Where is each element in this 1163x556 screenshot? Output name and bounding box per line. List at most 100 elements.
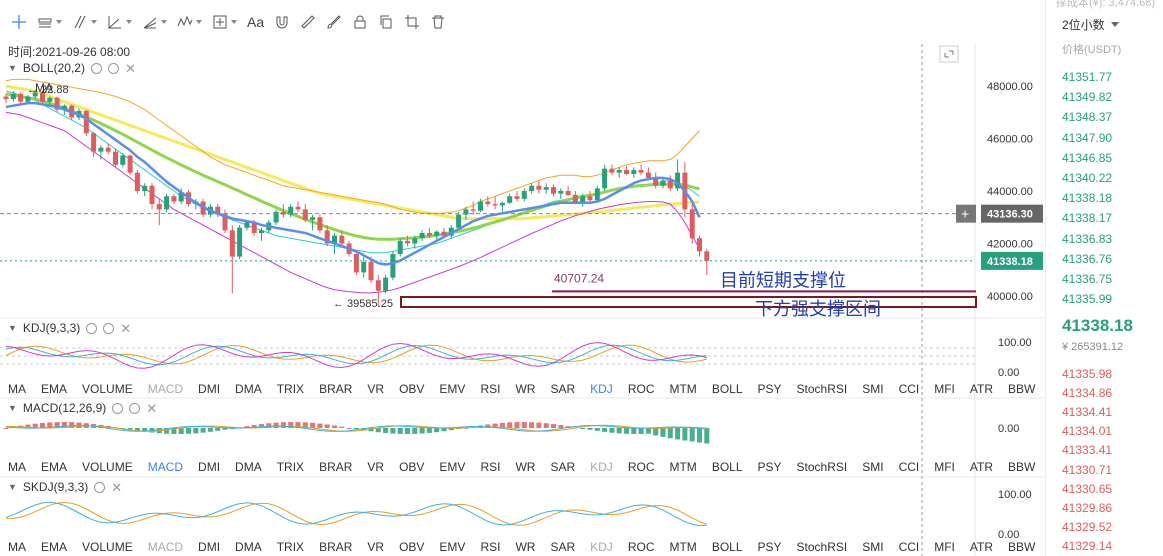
indicator-tab-wr[interactable]: WR	[515, 382, 535, 396]
indicator-tab-mfi[interactable]: MFI	[934, 382, 955, 396]
indicator-tab-vr[interactable]: VR	[367, 460, 384, 474]
indicator-tab-roc[interactable]: ROC	[628, 382, 655, 396]
bid-price[interactable]: 41334.01	[1062, 424, 1112, 438]
indicator-tab-dmi[interactable]: DMI	[198, 540, 220, 554]
indicator-tab-psy[interactable]: PSY	[758, 460, 782, 474]
indicator-tab-atr[interactable]: ATR	[970, 460, 993, 474]
indicator-tab-brar[interactable]: BRAR	[319, 460, 352, 474]
bid-price[interactable]: 41329.86	[1062, 501, 1112, 515]
indicator-tab-atr[interactable]: ATR	[970, 382, 993, 396]
precision-select[interactable]: 2位小数	[1056, 14, 1148, 34]
indicator-tab-trix[interactable]: TRIX	[277, 460, 304, 474]
bid-price[interactable]: 41329.14	[1062, 539, 1112, 553]
collapse-chevron-icon[interactable]: ▼	[8, 482, 17, 492]
indicator-tab-stochrsi[interactable]: StochRSI	[797, 540, 848, 554]
indicator-tab-stochrsi[interactable]: StochRSI	[797, 460, 848, 474]
indicator-tab-boll[interactable]: BOLL	[712, 382, 743, 396]
indicator-tab-volume[interactable]: VOLUME	[82, 460, 133, 474]
indicator-tab-emv[interactable]: EMV	[439, 382, 465, 396]
bid-price[interactable]: 41334.86	[1062, 386, 1112, 400]
indicator-tab-psy[interactable]: PSY	[758, 382, 782, 396]
bid-price[interactable]: 41334.41	[1062, 405, 1112, 419]
settings-icon[interactable]	[107, 62, 119, 74]
indicator-tab-vr[interactable]: VR	[367, 540, 384, 554]
bid-price[interactable]: 41333.41	[1062, 443, 1112, 457]
indicator-tab-obv[interactable]: OBV	[399, 540, 424, 554]
indicator-tab-smi[interactable]: SMI	[862, 460, 883, 474]
indicator-tab-boll[interactable]: BOLL	[712, 460, 743, 474]
indicator-tab-kdj[interactable]: KDJ	[590, 460, 613, 474]
indicator-tab-brar[interactable]: BRAR	[319, 540, 352, 554]
ask-price[interactable]: 41338.18	[1062, 191, 1112, 205]
ask-price[interactable]: 41340.22	[1062, 171, 1112, 185]
indicator-tab-mtm[interactable]: MTM	[669, 540, 696, 554]
indicator-tab-wr[interactable]: WR	[515, 460, 535, 474]
indicator-tab-rsi[interactable]: RSI	[480, 382, 500, 396]
close-icon[interactable]: ✕	[146, 402, 157, 415]
indicator-tab-mfi[interactable]: MFI	[934, 460, 955, 474]
ask-price[interactable]: 41348.37	[1062, 110, 1112, 124]
indicator-tab-macd[interactable]: MACD	[148, 382, 183, 396]
indicator-tab-sar[interactable]: SAR	[550, 382, 575, 396]
indicator-tab-bbw[interactable]: BBW	[1008, 382, 1035, 396]
indicator-tab-ema[interactable]: EMA	[41, 460, 67, 474]
ask-price[interactable]: 41351.77	[1062, 70, 1112, 84]
indicator-tab-ma[interactable]: MA	[8, 382, 26, 396]
indicator-tab-mtm[interactable]: MTM	[669, 382, 696, 396]
indicator-tab-sar[interactable]: SAR	[550, 540, 575, 554]
indicator-tab-cci[interactable]: CCI	[899, 460, 920, 474]
indicator-tab-atr[interactable]: ATR	[970, 540, 993, 554]
indicator-tab-dma[interactable]: DMA	[235, 540, 262, 554]
ask-price[interactable]: 41336.83	[1062, 232, 1112, 246]
ask-price[interactable]: 41349.82	[1062, 90, 1112, 104]
indicator-tab-macd[interactable]: MACD	[148, 540, 183, 554]
ask-price[interactable]: 41336.76	[1062, 252, 1112, 266]
indicator-tab-brar[interactable]: BRAR	[319, 382, 352, 396]
indicator-tab-roc[interactable]: ROC	[628, 460, 655, 474]
indicator-tab-obv[interactable]: OBV	[399, 382, 424, 396]
bid-price[interactable]: 41330.71	[1062, 463, 1112, 477]
indicator-tab-wr[interactable]: WR	[515, 540, 535, 554]
indicator-tab-ema[interactable]: EMA	[41, 540, 67, 554]
settings-icon[interactable]	[94, 481, 106, 493]
indicator-tab-bbw[interactable]: BBW	[1008, 540, 1035, 554]
indicator-tab-dmi[interactable]: DMI	[198, 460, 220, 474]
indicator-tab-cci[interactable]: CCI	[899, 382, 920, 396]
indicator-tab-trix[interactable]: TRIX	[277, 382, 304, 396]
indicator-tab-vr[interactable]: VR	[367, 382, 384, 396]
ask-price[interactable]: 41347.90	[1062, 131, 1112, 145]
indicator-tab-obv[interactable]: OBV	[399, 460, 424, 474]
collapse-chevron-icon[interactable]: ▼	[8, 403, 17, 413]
eye-icon[interactable]	[90, 62, 102, 74]
ask-price[interactable]: 41336.75	[1062, 272, 1112, 286]
ask-price[interactable]: 41338.17	[1062, 211, 1112, 225]
indicator-tab-ema[interactable]: EMA	[41, 382, 67, 396]
eye-icon[interactable]	[86, 322, 98, 334]
indicator-tab-rsi[interactable]: RSI	[480, 460, 500, 474]
indicator-tab-ma[interactable]: MA	[8, 540, 26, 554]
indicator-tab-stochrsi[interactable]: StochRSI	[797, 382, 848, 396]
indicator-tab-rsi[interactable]: RSI	[480, 540, 500, 554]
indicator-tab-ma[interactable]: MA	[8, 460, 26, 474]
indicator-tab-volume[interactable]: VOLUME	[82, 540, 133, 554]
ask-price[interactable]: 41335.99	[1062, 292, 1112, 306]
indicator-tab-emv[interactable]: EMV	[439, 460, 465, 474]
bid-price[interactable]: 41329.52	[1062, 520, 1112, 534]
close-icon[interactable]: ✕	[111, 481, 122, 494]
close-icon[interactable]: ✕	[120, 322, 131, 335]
indicator-tab-kdj[interactable]: KDJ	[590, 540, 613, 554]
indicator-tab-dma[interactable]: DMA	[235, 382, 262, 396]
indicator-tab-cci[interactable]: CCI	[899, 540, 920, 554]
collapse-chevron-icon[interactable]: ▼	[8, 63, 17, 73]
indicator-tab-bbw[interactable]: BBW	[1008, 460, 1035, 474]
indicator-tab-dma[interactable]: DMA	[235, 460, 262, 474]
eye-icon[interactable]	[112, 402, 124, 414]
settings-icon[interactable]	[103, 322, 115, 334]
indicator-tab-dmi[interactable]: DMI	[198, 382, 220, 396]
settings-icon[interactable]	[129, 402, 141, 414]
bid-price[interactable]: 41335.98	[1062, 367, 1112, 381]
bid-price[interactable]: 41330.65	[1062, 482, 1112, 496]
indicator-tab-roc[interactable]: ROC	[628, 540, 655, 554]
indicator-tab-sar[interactable]: SAR	[550, 460, 575, 474]
indicator-tab-trix[interactable]: TRIX	[277, 540, 304, 554]
